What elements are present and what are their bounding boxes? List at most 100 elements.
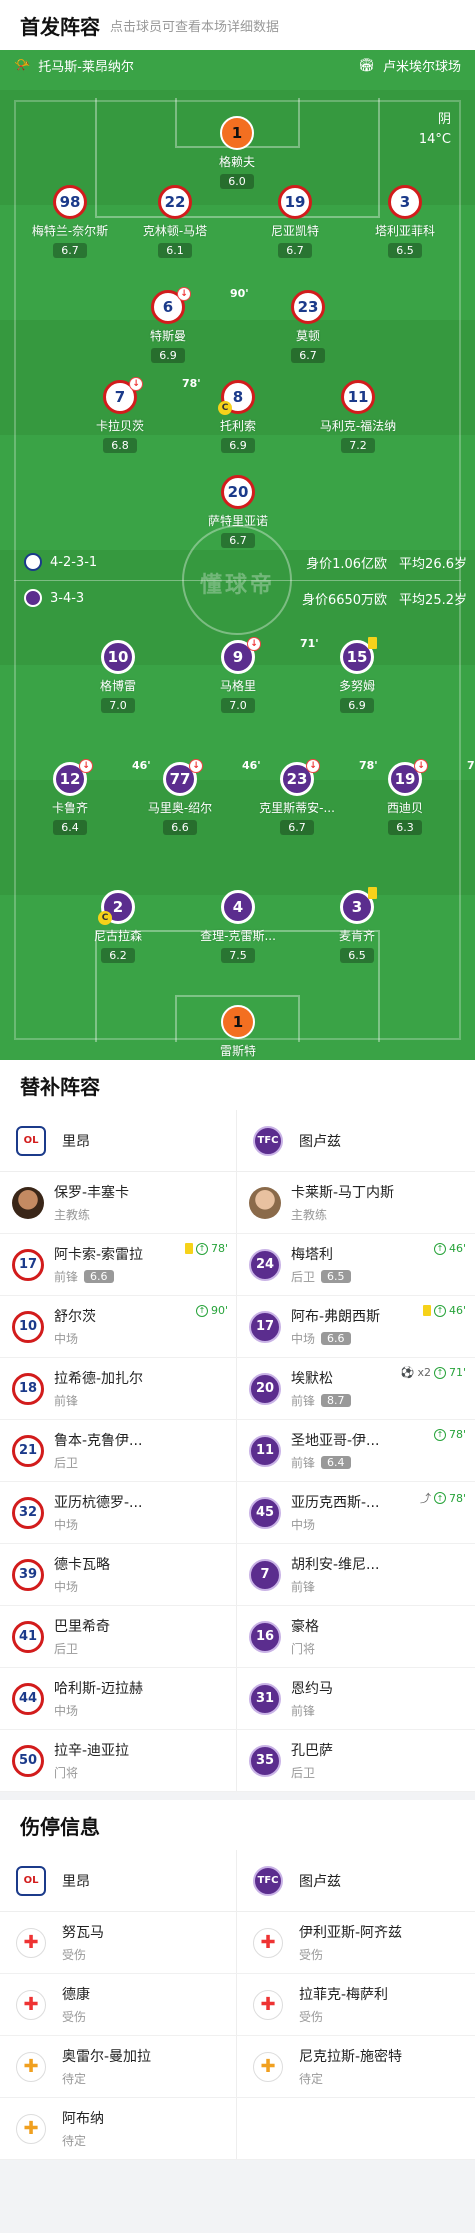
- player-away[interactable]: 77 ↓ 46' 马里奥-绍尔 6.6: [120, 759, 261, 835]
- player-home[interactable]: 98 梅特兰-奈尔斯 6.7: [10, 185, 130, 258]
- sub-row: 21 鲁本-克鲁伊... 后卫 11 圣地亚哥-伊... 前锋 6.4 ↑ 78': [0, 1420, 475, 1482]
- sub-player[interactable]: 35 孔巴萨 后卫: [237, 1730, 474, 1791]
- shirt-icon: 23: [291, 290, 325, 324]
- assist-icon: ⤴: [419, 1492, 431, 1505]
- home-coach[interactable]: 保罗-丰塞卡 主教练: [0, 1172, 237, 1233]
- injury-name: 德康: [62, 1987, 90, 2003]
- shirt-number: 8: [232, 388, 244, 406]
- sub-player[interactable]: 7 胡利安-维尼... 前锋: [237, 1544, 474, 1605]
- sub-player[interactable]: 21 鲁本-克鲁伊... 后卫: [0, 1420, 237, 1481]
- away-coach[interactable]: 卡莱斯-马丁内斯 主教练: [237, 1172, 474, 1233]
- toulouse-logo-icon: [24, 589, 42, 607]
- shirt-icon: 6 ↓ 90': [151, 287, 249, 324]
- sub-player[interactable]: 18 拉希德-加扎尔 前锋: [0, 1358, 237, 1419]
- captain-icon: C: [98, 911, 112, 925]
- sub-player[interactable]: 50 拉辛-迪亚拉 门将: [0, 1730, 237, 1791]
- shirt-number: 1: [232, 1013, 244, 1031]
- sub-position: 后卫: [291, 1766, 316, 1780]
- sub-player[interactable]: 16 豪格 门将: [237, 1606, 474, 1667]
- injury-item[interactable]: ✚ 德康 受伤: [0, 1974, 237, 2035]
- away-age: 平均25.2岁: [399, 592, 467, 608]
- shirt-number-icon: 44: [12, 1682, 44, 1715]
- sub-player[interactable]: 45 亚历克西斯-... 中场 ⤴ ↑ 78': [237, 1482, 474, 1543]
- shirt-number: 1: [231, 124, 243, 142]
- sub-info: 拉希德-加扎尔 前锋: [54, 1368, 143, 1409]
- sub-info: 拉辛-迪亚拉 门将: [54, 1740, 129, 1781]
- player-away[interactable]: 2 C 尼古拉森 6.2: [58, 890, 178, 963]
- shirt-number: 3: [351, 898, 363, 916]
- injury-item[interactable]: ✚ 努瓦马 受伤: [0, 1912, 237, 1973]
- sub-events: ↑ 46': [433, 1242, 466, 1255]
- player-away[interactable]: 1雷斯特6.6: [178, 1005, 298, 1060]
- sub-player[interactable]: 17 阿卡索-索雷拉 前锋 6.6 ↑ 78': [0, 1234, 237, 1295]
- player-rating: 6.7: [280, 820, 314, 835]
- shirt-number: 7: [114, 388, 126, 406]
- player-away[interactable]: 23 ↓ 78' 克里斯蒂安-... 6.7: [237, 759, 378, 835]
- sub-player[interactable]: 32 亚历杭德罗-... 中场: [0, 1482, 237, 1543]
- sub-player[interactable]: 20 埃默松 前锋 8.7 ⚽ x2 ↑ 71': [237, 1358, 474, 1419]
- player-home[interactable]: 8 C 托利索 6.9: [178, 380, 298, 453]
- lineup-title: 首发阵容: [20, 14, 100, 39]
- injury-row: ✚ 德康 受伤 ✚ 拉菲克-梅萨利 受伤: [0, 1974, 475, 2036]
- sub-position: 前锋: [291, 1456, 316, 1470]
- sub-in-icon: ↑: [433, 1428, 446, 1441]
- player-away[interactable]: 19↓ 78' 西迪贝 6.3: [345, 759, 475, 835]
- player-home[interactable]: 23 莫顿 6.7: [248, 290, 368, 363]
- player-home[interactable]: 19 尼亚凯特 6.7: [235, 185, 355, 258]
- player-home[interactable]: 22 克林顿-马塔 6.1: [115, 185, 235, 258]
- player-rating: 6.6: [163, 820, 197, 835]
- sub-in-icon: ↑: [433, 1366, 446, 1379]
- sub-player[interactable]: 41 巴里希奇 后卫: [0, 1606, 237, 1667]
- sub-name: 巴里希奇: [54, 1619, 110, 1635]
- captain-icon: C: [218, 401, 232, 415]
- lyon-logo-icon: OL: [16, 1865, 46, 1896]
- player-home[interactable]: 20 萨特里亚诺 6.7: [178, 475, 298, 548]
- injury-item[interactable]: ✚ 尼克拉斯-施密特 待定: [237, 2036, 474, 2097]
- shirt-number-icon: 35: [249, 1744, 281, 1777]
- player-away[interactable]: 4 查理-克雷斯... 7.5: [178, 890, 298, 963]
- sub-events: ↑ 78': [433, 1428, 466, 1441]
- sub-player[interactable]: 17 阿布-弗朗西斯 中场 6.6 ↑ 46': [237, 1296, 474, 1357]
- injury-item[interactable]: ✚ 伊利亚斯-阿齐兹 受伤: [237, 1912, 474, 1973]
- player-away[interactable]: 3 麦肯齐 6.5: [297, 887, 417, 963]
- subs-away-team: 图卢兹: [299, 1133, 341, 1150]
- player-home[interactable]: 7 ↓ 78' 卡拉贝茨 6.8: [60, 377, 201, 453]
- pitch-info-bar: 📯 托马斯-莱昂纳尔 🏟 卢米埃尔球场: [0, 50, 475, 80]
- injury-item[interactable]: ✚ 拉菲克-梅萨利 受伤: [237, 1974, 474, 2035]
- sub-player[interactable]: 11 圣地亚哥-伊... 前锋 6.4 ↑ 78': [237, 1420, 474, 1481]
- injury-cross-icon: ✚: [253, 1927, 283, 1958]
- sub-player[interactable]: 39 德卡瓦略 中场: [0, 1544, 237, 1605]
- injury-row: ✚ 努瓦马 受伤 ✚ 伊利亚斯-阿齐兹 受伤: [0, 1912, 475, 1974]
- sub-position-line: 后卫: [54, 1640, 110, 1657]
- player-home[interactable]: 3 塔利亚菲科 6.5: [345, 185, 465, 258]
- player-home[interactable]: 6 ↓ 90' 特斯曼 6.9: [108, 287, 249, 363]
- player-name: 麦肯齐: [338, 929, 375, 943]
- shirt-number: 23: [286, 770, 308, 788]
- sub-position: 后卫: [291, 1270, 316, 1284]
- injury-cross-icon: ✚: [253, 1989, 283, 2020]
- sub-events: ⚽ x2 ↑ 71': [401, 1366, 466, 1379]
- sub-player[interactable]: 31 恩约马 前锋: [237, 1668, 474, 1729]
- sub-player[interactable]: 10 舒尔茨 中场 ↑ 90': [0, 1296, 237, 1357]
- coach-name: 卡莱斯-马丁内斯: [291, 1185, 395, 1201]
- injury-status: 受伤: [62, 1948, 87, 1962]
- sub-position-line: 前锋: [291, 1578, 379, 1595]
- sub-player[interactable]: 24 梅塔利 后卫 6.5 ↑ 46': [237, 1234, 474, 1295]
- player-home[interactable]: 11 马利克-福法纳 7.2: [298, 380, 418, 453]
- sub-player[interactable]: 44 哈利斯-迈拉赫 中场: [0, 1668, 237, 1729]
- player-away[interactable]: 12 ↓ 46' 卡鲁齐 6.4: [10, 759, 151, 835]
- shirt-icon: 23 ↓ 78': [280, 759, 378, 796]
- injury-status: 待定: [299, 2072, 324, 2086]
- player-away[interactable]: 15 多努姆 6.9: [297, 637, 417, 713]
- shirt-number: 19: [394, 770, 416, 788]
- injury-info: 尼克拉斯-施密特 待定: [299, 2046, 402, 2087]
- injury-item[interactable]: ✚ 阿布纳 待定: [0, 2098, 237, 2159]
- sub-position: 中场: [291, 1332, 316, 1346]
- player-away[interactable]: 10 格博雷 7.0: [58, 640, 178, 713]
- shirt-number: 77: [169, 770, 191, 788]
- shirt-number-icon: 21: [12, 1434, 44, 1467]
- player-home[interactable]: 1 格赖夫 6.0: [177, 116, 297, 189]
- sub-row: 18 拉希德-加扎尔 前锋 20 埃默松 前锋 8.7 ⚽ x2 ↑ 71': [0, 1358, 475, 1420]
- injury-item[interactable]: ✚ 奥雷尔-曼加拉 待定: [0, 2036, 237, 2097]
- player-away[interactable]: 9 ↓ 71' 马格里 7.0: [178, 637, 319, 713]
